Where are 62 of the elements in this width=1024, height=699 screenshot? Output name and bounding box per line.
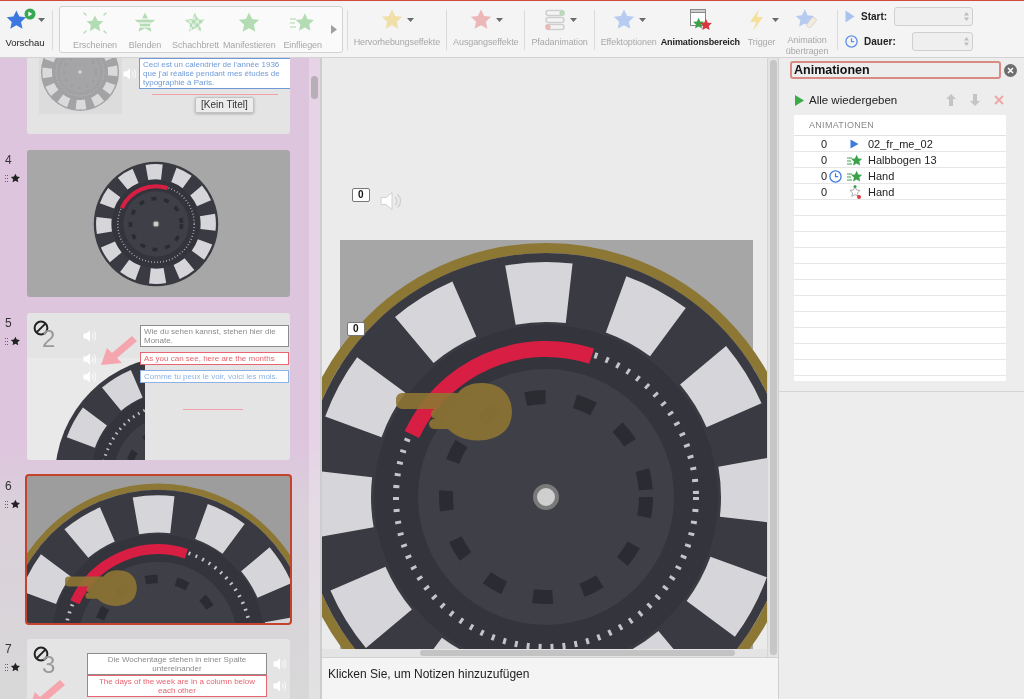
caption-text: As you can see, here are the months xyxy=(140,352,289,365)
notes-field[interactable]: Klicken Sie, um Notizen hinzuzufügen xyxy=(322,657,778,699)
caret-icon xyxy=(496,18,504,22)
animation-name: Hand xyxy=(867,170,896,182)
scrollbar-thumb[interactable] xyxy=(311,76,318,99)
play-all-button[interactable]: Alle wiedergeben xyxy=(795,94,898,106)
counter-number: 3 xyxy=(42,653,56,677)
animation-item[interactable]: 0 Hand xyxy=(794,168,1006,184)
slide-thumbnail[interactable]: 2 Wie du sehen kannst, stehen hier die Monate. As you can see, here are the months Comme tu peux le voir, voici les mois. xyxy=(27,313,290,460)
window-stars-icon xyxy=(687,8,714,32)
arrow-shape xyxy=(99,335,139,366)
star-speed-lines-icon xyxy=(846,169,863,183)
order-number: 0 xyxy=(819,154,827,166)
order-number: 0 xyxy=(819,138,827,150)
caption-text: Die Wochentage stehen in einer Spalte untereinander xyxy=(87,653,267,675)
caret-icon xyxy=(772,18,780,22)
slide-thumbnail[interactable]: Ceci est un calendrier de l'année 1936 que j'ai réalisé pendant mes études de typographie à Paris. [Kein Titel] xyxy=(27,58,290,134)
order-badge: 0 xyxy=(352,188,370,202)
play-icon xyxy=(850,139,859,149)
caret-icon xyxy=(407,18,415,22)
speaker-icon[interactable] xyxy=(380,191,402,211)
half-arc-shape[interactable] xyxy=(404,341,594,439)
order-number: 0 xyxy=(819,170,827,182)
star-speed-lines-icon xyxy=(846,153,863,167)
caption-text: Wie du sehen kannst, stehen hier die Monate. xyxy=(140,325,289,347)
close-icon[interactable] xyxy=(1004,63,1017,77)
preview-button[interactable]: Vorschau xyxy=(2,1,48,57)
animation-item[interactable]: 0 02_fr_me_02 xyxy=(794,136,1006,152)
animation-name: Halbbogen 13 xyxy=(867,154,938,166)
animation-pane-button[interactable]: Animationsbereich xyxy=(658,1,743,57)
sparkle-star-icon xyxy=(82,11,108,35)
caption-text: Comme tu peux le voir, voici les mois. xyxy=(140,370,289,383)
caption-text: The days of the week are in a column below each other xyxy=(87,675,267,697)
slide-number: 6 xyxy=(5,480,12,493)
order-number: 0 xyxy=(819,186,827,198)
slide-number: 4 xyxy=(5,154,12,167)
start-label: Start: xyxy=(861,11,888,22)
play-icon xyxy=(795,94,804,106)
clock-icon xyxy=(845,35,859,48)
caret-icon xyxy=(38,18,45,22)
caret-icon xyxy=(570,18,578,22)
caption-text: Ceci est un calendrier de l'année 1936 que j'ai réalisé pendant mes études de typographie à Paris. xyxy=(139,58,290,89)
animation-item[interactable]: 0 Hand xyxy=(794,184,1006,200)
star-play-icon xyxy=(5,8,36,32)
duration-label: Dauer: xyxy=(864,36,896,47)
slide-number: 5 xyxy=(5,317,12,330)
animation-item[interactable]: 0 Halbbogen 13 xyxy=(794,152,1006,168)
order-badge: 0 xyxy=(347,322,365,336)
animation-name: 02_fr_me_02 xyxy=(867,138,934,150)
counter-number: 2 xyxy=(42,327,56,351)
scrollbar-thumb[interactable] xyxy=(420,650,735,656)
motion-path-star-icon xyxy=(847,185,862,199)
play-icon xyxy=(845,10,856,23)
slide-thumbnail[interactable]: 3 Die Wochentage stehen in einer Spalte untereinander The days of the week are in a column below each other xyxy=(27,639,290,699)
slide-number: 7 xyxy=(5,643,12,656)
tooltip: [Kein Titel] xyxy=(195,97,254,113)
slide-thumbnail[interactable] xyxy=(27,150,290,297)
pane-title: Animationen xyxy=(790,61,1001,79)
animation-name: Hand xyxy=(867,186,896,198)
caret-icon xyxy=(639,18,647,22)
scrollbar-thumb[interactable] xyxy=(769,60,777,655)
scroll-right-icon[interactable] xyxy=(330,25,337,34)
